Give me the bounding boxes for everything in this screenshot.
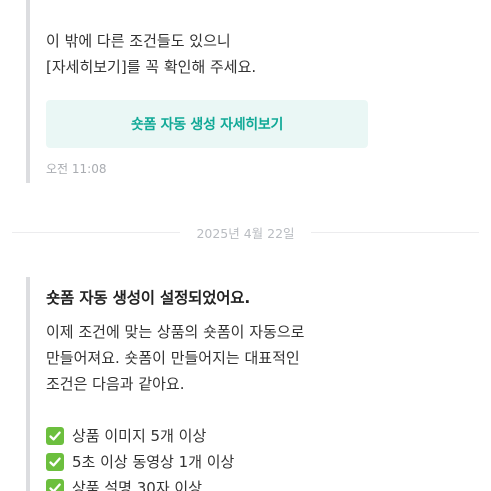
shortform-detail-button[interactable]: 숏폼 자동 생성 자세히보기 <box>46 100 368 148</box>
message-text: 이 밖에 다른 조건들도 있으니 [자세히보기]를 꼭 확인해 주세요. <box>46 0 446 80</box>
message-card: 이 밖에 다른 조건들도 있으니 [자세히보기]를 꼭 확인해 주세요. 숏폼 … <box>26 0 466 183</box>
message-title: 숏폼 자동 생성이 설정되었어요. <box>46 289 251 307</box>
message-body: 숏폼 자동 생성이 설정되었어요. 이제 조건에 맞는 상품의 숏폼이 자동으로… <box>46 277 446 491</box>
divider-line <box>12 231 181 233</box>
divider-line <box>310 231 479 233</box>
chat-page: 이 밖에 다른 조건들도 있으니 [자세히보기]를 꼭 확인해 주세요. 숏폼 … <box>0 0 491 491</box>
message-line: [자세히보기]를 꼭 확인해 주세요. <box>46 58 257 76</box>
check-mark-icon <box>46 453 64 471</box>
message-line: 이 밖에 다른 조건들도 있으니 <box>46 32 231 50</box>
condition-item: 5초 이상 동영상 1개 이상 <box>46 449 446 475</box>
date-divider: 2025년 4월 22일 <box>0 222 491 242</box>
message-accent-bar <box>26 277 30 491</box>
check-mark-icon <box>46 427 64 445</box>
condition-label: 상품 이미지 5개 이상 <box>72 427 207 445</box>
message-line: 이제 조건에 맞는 상품의 숏폼이 자동으로 <box>46 323 305 341</box>
message-accent-bar <box>26 0 30 183</box>
message-line: 만들어져요. 숏폼이 만들어지는 대표적인 <box>46 349 300 367</box>
message-text: 이제 조건에 맞는 상품의 숏폼이 자동으로 만들어져요. 숏폼이 만들어지는 … <box>46 319 446 491</box>
condition-item: 상품 이미지 5개 이상 <box>46 423 446 449</box>
condition-label: 5초 이상 동영상 1개 이상 <box>72 453 235 471</box>
message-card: 숏폼 자동 생성이 설정되었어요. 이제 조건에 맞는 상품의 숏폼이 자동으로… <box>26 277 466 491</box>
message-line: 조건은 다음과 같아요. <box>46 375 185 393</box>
condition-label: 상품 설명 30자 이상 <box>72 479 202 491</box>
condition-list: 상품 이미지 5개 이상 5초 이상 동영상 1개 이상 상품 설명 30자 이… <box>46 423 446 491</box>
check-mark-icon <box>46 479 64 491</box>
condition-item: 상품 설명 30자 이상 <box>46 475 446 491</box>
date-label: 2025년 4월 22일 <box>196 225 295 241</box>
message-timestamp: 오전 11:08 <box>46 162 107 176</box>
message-body: 이 밖에 다른 조건들도 있으니 [자세히보기]를 꼭 확인해 주세요. 숏폼 … <box>46 0 446 177</box>
